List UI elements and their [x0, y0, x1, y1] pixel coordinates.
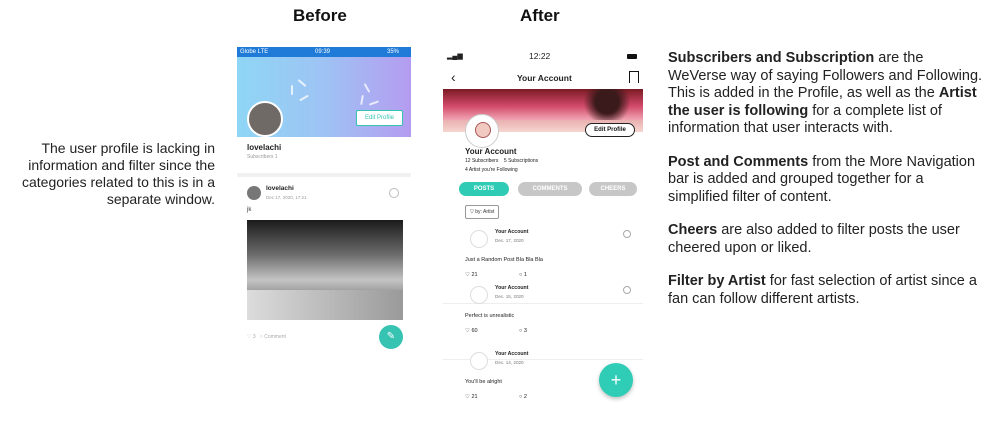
divider [237, 173, 411, 177]
post-text: jk [247, 207, 252, 213]
comment-label[interactable]: Comment [264, 334, 286, 340]
note-cheers: Cheers are also added to filter posts th… [668, 222, 960, 256]
post-actions: ♡ 3 ○ Comment [247, 334, 286, 340]
account-name: Your Account [465, 147, 517, 156]
before-phone-screenshot: Globe LTE 09:39 35% Edit Profile lovelac… [237, 47, 411, 355]
share-icon[interactable] [389, 188, 399, 198]
sticker-icon[interactable] [623, 230, 631, 238]
status-time: 09:39 [315, 49, 331, 55]
status-bar: ▂▄▆ 12:22 [443, 47, 643, 65]
status-time: 12:22 [529, 51, 551, 61]
note-subscriptions: Subscribers and Subscription are the WeV… [668, 50, 983, 136]
subscribers-link[interactable]: 12 Subscribers [465, 158, 498, 164]
note-posts-comments: Post and Comments from the More Navigati… [668, 153, 976, 205]
post-avatar[interactable] [470, 286, 488, 304]
avatar[interactable] [465, 114, 499, 148]
add-post-button[interactable]: + [599, 363, 633, 397]
battery-icon [627, 54, 637, 59]
post-text: Just a Random Post Bla Bla Bla [465, 257, 543, 263]
like-icon: ♡ [465, 272, 470, 278]
post-author: Your Account [495, 229, 529, 235]
post-avatar[interactable] [247, 186, 261, 200]
filter-label: by: Artist [475, 209, 495, 215]
before-heading: Before [293, 6, 347, 25]
like-count[interactable]: ♡ 21 [465, 394, 478, 400]
nav-bar: ‹ Your Account [443, 67, 643, 89]
post-date: Dec. 15, 2020 [495, 294, 524, 299]
username: lovelachi [247, 143, 282, 152]
comment-icon: ○ [519, 328, 523, 334]
like-icon[interactable]: ♡ [247, 334, 251, 340]
carrier-label: Globe LTE [240, 49, 269, 55]
comment-icon: ○ [519, 394, 523, 400]
like-count[interactable]: ♡ 60 [465, 328, 478, 334]
comment-icon[interactable]: ○ [260, 334, 263, 340]
post-text: Perfect is unrealistic [465, 313, 515, 319]
like-count: 3 [252, 334, 256, 340]
subscriptions-link[interactable]: 5 Subscriptions [504, 158, 538, 164]
post-author: lovelachi [266, 185, 294, 192]
edit-profile-button[interactable]: Edit Profile [356, 110, 403, 126]
post-avatar[interactable] [470, 230, 488, 248]
post-text: You'll be alright [465, 379, 502, 385]
following-artists-link[interactable]: 4 Artist you're Following [465, 167, 518, 173]
artist-filter-button[interactable]: ▽ by: Artist [465, 205, 500, 219]
signal-icon: ▂▄▆ [447, 53, 463, 60]
tab-comments[interactable]: COMMENTS [518, 182, 582, 196]
post-date: Dec 17, 2020, 17:21 [266, 195, 307, 200]
avatar[interactable] [247, 101, 283, 137]
post-author: Your Account [495, 285, 529, 291]
sticker-icon[interactable] [623, 286, 631, 294]
left-description: The user profile is lacking in informati… [22, 140, 215, 207]
like-icon: ♡ [465, 328, 470, 334]
like-icon: ♡ [465, 394, 470, 400]
post-date: Dec. 17, 2020 [495, 238, 524, 243]
after-heading: After [520, 6, 560, 25]
edit-profile-button[interactable]: Edit Profile [585, 123, 635, 137]
note-filter-artist: Filter by Artist for fast selection of a… [668, 273, 977, 307]
comment-icon: ○ [519, 272, 523, 278]
tab-posts[interactable]: POSTS [459, 182, 509, 196]
after-phone-screenshot: ▂▄▆ 12:22 ‹ Your Account Edit Profile Yo… [443, 47, 643, 409]
comment-count[interactable]: ○ 1 [519, 272, 527, 278]
filter-icon: ▽ [470, 209, 474, 215]
post-author: Your Account [495, 351, 529, 357]
back-arrow-icon[interactable]: ‹ [451, 69, 456, 85]
comment-count[interactable]: ○ 3 [519, 328, 527, 334]
post-photo-lower [247, 290, 403, 320]
bookmark-icon[interactable] [629, 71, 639, 83]
subscription-counts: 12 Subscribers 5 Subscriptions [465, 158, 538, 164]
status-bar: Globe LTE 09:39 35% [237, 47, 411, 57]
battery-level: 35% [387, 49, 400, 55]
tab-cheers[interactable]: CHEERS [589, 182, 637, 196]
post-date: Dec. 14, 2020 [495, 360, 524, 365]
post-avatar[interactable] [470, 352, 488, 370]
pencil-icon: ✎ [386, 331, 396, 342]
subscriber-count: Subscribers 1 [247, 154, 278, 160]
page-title: Your Account [517, 73, 572, 83]
like-count[interactable]: ♡ 21 [465, 272, 478, 278]
comment-count[interactable]: ○ 2 [519, 394, 527, 400]
compose-button[interactable]: ✎ [379, 325, 403, 349]
feature-notes: Subscribers and Subscription are the WeV… [668, 50, 983, 324]
